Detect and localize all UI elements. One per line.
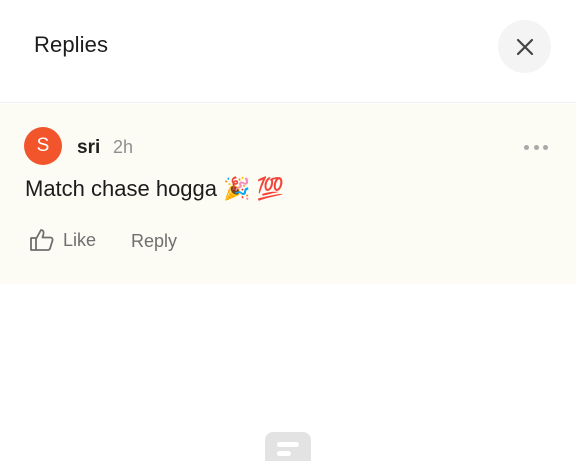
icon-bar <box>277 451 291 456</box>
avatar-initial: S <box>36 135 50 156</box>
close-icon <box>516 38 533 55</box>
sheet-header: Replies <box>0 0 576 103</box>
reply-item: S sri 2h Match chase hogga 🎉 💯 Like Repl… <box>0 104 576 284</box>
empty-state-icon <box>265 432 311 461</box>
thumbs-up-icon <box>30 229 54 251</box>
reply-button[interactable]: Reply <box>131 231 177 252</box>
close-button[interactable] <box>498 20 551 73</box>
more-horizontal-icon-dot <box>533 144 539 150</box>
like-button[interactable]: Like <box>29 228 96 252</box>
replies-sheet: Replies S sri 2h Match chase hogga 🎉 💯 L… <box>0 0 576 461</box>
icon-bar <box>277 442 299 447</box>
avatar[interactable]: S <box>24 127 62 165</box>
more-horizontal-icon-dot <box>543 144 548 150</box>
reply-timestamp: 2h <box>113 137 134 157</box>
reply-text: Match chase hogga 🎉 💯 <box>25 176 285 201</box>
more-options-button[interactable] <box>524 141 548 153</box>
sheet-title: Replies <box>34 32 109 57</box>
more-horizontal-icon <box>524 144 529 150</box>
username[interactable]: sri <box>77 137 100 159</box>
like-label: Like <box>63 229 97 250</box>
